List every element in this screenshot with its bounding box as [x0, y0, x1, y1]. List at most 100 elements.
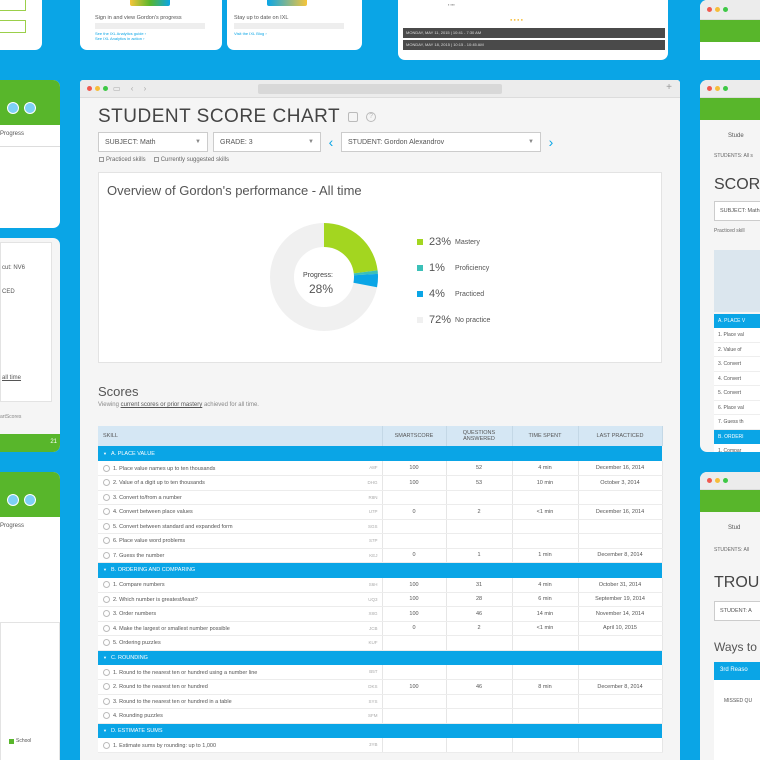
help-icon[interactable]: ?: [366, 112, 377, 122]
section-row[interactable]: ▼ D. ESTIMATE SUMS: [98, 723, 662, 738]
section-row[interactable]: A. PLACE V: [714, 314, 760, 328]
header-last-practiced[interactable]: LAST PRACTICED: [578, 426, 663, 446]
print-icon[interactable]: [348, 112, 359, 122]
skill-cell[interactable]: 1. Compare numbers S6H: [98, 577, 383, 593]
table-row[interactable]: 1. Place value names up to ten thousands…: [98, 461, 663, 476]
table-row[interactable]: 7. Guess the number KEJ 0 1 1 min December 8,…: [98, 548, 663, 563]
last-practiced-cell: [578, 519, 663, 534]
practiced-skills-checkbox[interactable]: Practiced skills: [99, 157, 146, 163]
table-row[interactable]: 4. Rounding puzzles SFM: [98, 708, 663, 724]
overview-title: Overview of Gordon's performance - All t…: [107, 183, 362, 198]
table-row[interactable]: 3. Convert: [714, 357, 760, 372]
table-row[interactable]: 2. Value of: [714, 342, 760, 357]
input-box[interactable]: [0, 20, 26, 33]
tab-progress[interactable]: Progress: [0, 131, 24, 137]
header-smartscore[interactable]: SMARTSCORE: [382, 426, 447, 446]
skill-cell[interactable]: 5. Ordering puzzles KUF: [98, 635, 383, 651]
input-box[interactable]: [0, 0, 26, 11]
table-row[interactable]: 7. Guess th: [714, 415, 760, 430]
dark-row[interactable]: MONDAY, MAY 18, 2015 | 10:15 - 10:45 AM: [403, 40, 665, 50]
smartscores-dropdown[interactable]: artScores: [0, 414, 21, 420]
skill-cell[interactable]: 1. Round to the nearest ten or hundred u…: [98, 665, 383, 680]
skill-banner[interactable]: 3rd Reaso: [714, 662, 760, 680]
blog-link[interactable]: Visit the IXL Blog ›: [234, 31, 267, 36]
skill-cell[interactable]: 3. Convert to/from a number R8N: [98, 490, 383, 505]
table-row[interactable]: 2. Round to the nearest ten or hundred DK…: [98, 679, 663, 695]
skill-cell[interactable]: 6. Place value word problems S7P: [98, 533, 383, 549]
table-row[interactable]: 3. Order numbers X8G 100 46 14 min November 1…: [98, 606, 663, 622]
section-row[interactable]: B. ORDERI: [714, 429, 760, 444]
skill-cell[interactable]: 4. Rounding puzzles SFM: [98, 708, 383, 724]
table-row[interactable]: 4. Make the largest or smallest number p…: [98, 621, 663, 636]
subject-select[interactable]: SUBJECT: Math ▼: [98, 132, 208, 152]
table-row[interactable]: 1. Estimate sums by rounding: up to 1,00…: [98, 738, 663, 753]
section-row[interactable]: ▼ C. ROUNDING: [98, 650, 662, 665]
table-row[interactable]: 1. Compar: [714, 443, 760, 452]
tab-students[interactable]: Stude: [728, 133, 744, 139]
avatar[interactable]: [24, 102, 36, 114]
table-row[interactable]: 5. Convert: [714, 386, 760, 401]
grade-select[interactable]: GRADE: 3 ▼: [213, 132, 321, 152]
avatar[interactable]: [7, 102, 19, 114]
table-row[interactable]: 4. Convert between place values U7P 0 2 <1 m…: [98, 504, 663, 520]
skill-cell[interactable]: 4. Make the largest or smallest number p…: [98, 621, 383, 636]
table-row[interactable]: 5. Convert between standard and expanded…: [98, 519, 663, 534]
section-row[interactable]: ▼ B. ORDERING AND COMPARING: [98, 562, 662, 578]
skill-cell[interactable]: 5. Convert between standard and expanded…: [98, 519, 383, 534]
next-student-icon[interactable]: ›: [546, 134, 556, 150]
table-row[interactable]: 1. Compare numbers S6H 100 31 4 min October 3…: [98, 577, 663, 593]
table-row[interactable]: 3. Round to the nearest ten or hundred i…: [98, 694, 663, 709]
pager[interactable]: ● ● ● ●: [510, 17, 523, 22]
table-row[interactable]: 1. Round to the nearest ten or hundred u…: [98, 665, 663, 680]
tab-students[interactable]: Stud: [728, 525, 740, 531]
table-row[interactable]: 3. Convert to/from a number R8N: [98, 490, 663, 505]
left-mid-card: cut: NV6 CED all time artScores 21: [0, 238, 60, 452]
maximize-button[interactable]: [103, 86, 108, 91]
last-practiced-cell: December 8, 2014: [578, 679, 663, 695]
subject-select[interactable]: SUBJECT: Math: [714, 201, 760, 221]
table-row[interactable]: 4. Convert: [714, 371, 760, 386]
questions-cell: [446, 490, 513, 505]
student-select[interactable]: STUDENT: Gordon Alexandrov ▼: [341, 132, 541, 152]
table-row[interactable]: 2. Value of a digit up to ten thousands D…: [98, 475, 663, 491]
header-skill[interactable]: SKILL: [98, 426, 383, 446]
avatar[interactable]: [24, 494, 36, 506]
dark-row[interactable]: MONDAY, MAY 11, 2015 | 10:41 - 7:30 AM: [403, 28, 665, 38]
new-tab-icon[interactable]: +: [666, 82, 672, 93]
all-time-link[interactable]: all time: [2, 375, 21, 381]
last-practiced-cell: December 16, 2014: [578, 504, 663, 520]
table-row[interactable]: 1. Place val: [714, 328, 760, 343]
skill-cell[interactable]: 4. Convert between place values U7P: [98, 504, 383, 520]
header-time[interactable]: TIME SPENT: [512, 426, 579, 446]
student-select[interactable]: STUDENT: A: [714, 601, 760, 621]
skill-cell[interactable]: 2. Which number is greatest/least? UQ3: [98, 592, 383, 607]
skill-cell[interactable]: 2. Value of a digit up to ten thousands D…: [98, 475, 383, 491]
time-cell: <1 min: [512, 621, 579, 636]
minimize-button[interactable]: [95, 86, 100, 91]
header-questions[interactable]: QUESTIONS ANSWERED: [446, 426, 513, 446]
skill-cell[interactable]: 1. Place value names up to ten thousands…: [98, 461, 383, 476]
skill-cell[interactable]: 7. Guess the number KEJ: [98, 548, 383, 563]
avatar[interactable]: [7, 494, 19, 506]
table-row[interactable]: 6. Place val: [714, 400, 760, 415]
skill-cell[interactable]: 1. Estimate sums by rounding: up to 1,00…: [98, 738, 383, 753]
skill-cell[interactable]: 2. Round to the nearest ten or hundred DK…: [98, 679, 383, 695]
practiced-checkbox[interactable]: Practiced skill: [714, 228, 745, 234]
skill-cell[interactable]: 3. Order numbers X8G: [98, 606, 383, 622]
close-button[interactable]: [87, 86, 92, 91]
smartscore-cell: [382, 635, 447, 651]
table-row[interactable]: 5. Ordering puzzles KUF: [98, 635, 663, 651]
mastery-view-link[interactable]: current scores or prior mastery: [121, 402, 203, 408]
table-row[interactable]: 2. Which number is greatest/least? UQ3 100…: [98, 592, 663, 607]
tab-progress[interactable]: Progress: [0, 523, 24, 529]
prev-student-icon[interactable]: ‹: [326, 134, 336, 150]
suggested-skills-checkbox[interactable]: Currently suggested skills: [153, 157, 229, 163]
table-row[interactable]: 6. Place value word problems S7P: [98, 533, 663, 549]
checkbox-icon: [99, 157, 104, 162]
section-row[interactable]: ▼ A. PLACE VALUE: [98, 446, 662, 461]
skill-cell[interactable]: 3. Round to the nearest ten or hundred i…: [98, 694, 383, 709]
action-link[interactable]: See IXL Analytics in action ›: [95, 36, 144, 41]
cut-label: cut: NV6: [2, 265, 26, 271]
address-bar[interactable]: [258, 84, 502, 94]
nav-arrows-icon[interactable]: ▭ ‹ ›: [113, 84, 150, 93]
